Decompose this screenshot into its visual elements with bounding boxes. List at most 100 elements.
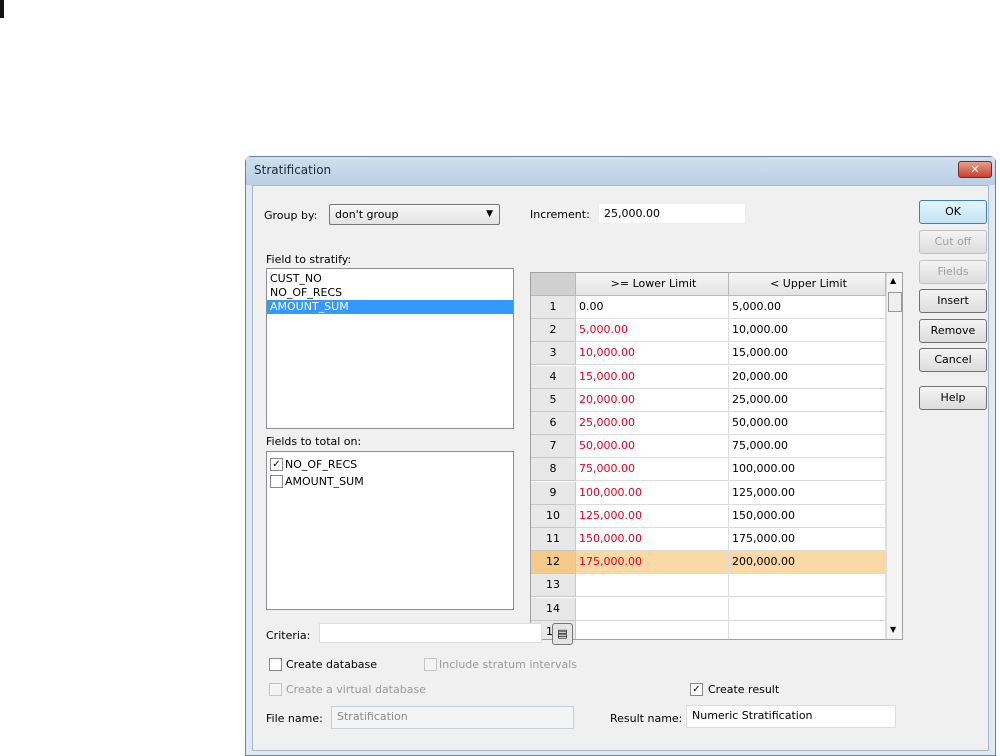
include-stratum-checkbox[interactable] — [424, 658, 437, 671]
file-name-input[interactable]: Stratification — [331, 706, 574, 729]
lower-limit-cell[interactable] — [576, 597, 729, 621]
cancel-button[interactable]: Cancel — [919, 348, 987, 372]
fields-to-total-list[interactable]: ✓ NO_OF_RECS AMOUNT_SUM — [266, 451, 514, 610]
lower-limit-cell[interactable] — [576, 620, 729, 639]
table-row[interactable]: 14 — [531, 597, 886, 621]
increment-input[interactable]: 25,000.00 — [598, 203, 746, 224]
lower-limit-cell[interactable]: 125,000.00 — [576, 504, 729, 528]
insert-button[interactable]: Insert — [919, 289, 987, 313]
list-item[interactable]: CUST_NO — [267, 272, 513, 286]
row-number[interactable]: 7 — [531, 435, 576, 459]
table-row[interactable]: 1 0.00 5,000.00 — [531, 296, 886, 319]
scroll-thumb[interactable] — [888, 292, 902, 312]
table-row[interactable]: 10 125,000.00 150,000.00 — [531, 504, 886, 528]
upper-limit-cell[interactable]: 75,000.00 — [729, 435, 886, 459]
table-row[interactable]: 15 — [531, 620, 886, 639]
row-number[interactable]: 5 — [531, 388, 576, 412]
fields-to-total-label: Fields to total on: — [266, 435, 362, 448]
ok-button[interactable]: OK — [919, 200, 987, 224]
upper-limit-cell[interactable] — [729, 574, 886, 598]
table-row[interactable]: 8 75,000.00 100,000.00 — [531, 458, 886, 482]
criteria-input[interactable] — [319, 623, 542, 643]
field-to-stratify-list[interactable]: CUST_NO NO_OF_RECS AMOUNT_SUM — [266, 268, 514, 429]
stratum-grid[interactable]: >= Lower Limit < Upper Limit 1 0.00 5,000.… — [530, 272, 903, 640]
lower-limit-cell[interactable]: 0.00 — [576, 296, 729, 319]
file-name-label: File name: — [266, 712, 323, 725]
help-button[interactable]: Help — [919, 386, 987, 410]
table-row[interactable]: 7 50,000.00 75,000.00 — [531, 435, 886, 459]
close-button[interactable]: ✕ — [958, 161, 992, 178]
upper-limit-cell[interactable]: 10,000.00 — [729, 319, 886, 343]
table-row[interactable]: 2 5,000.00 10,000.00 — [531, 319, 886, 343]
row-number[interactable]: 12 — [531, 551, 576, 575]
group-by-select[interactable]: don't group ▼ — [329, 204, 500, 225]
row-number[interactable]: 11 — [531, 528, 576, 551]
cut-off-button[interactable]: Cut off — [919, 230, 987, 254]
row-number[interactable]: 6 — [531, 412, 576, 435]
upper-limit-cell[interactable]: 125,000.00 — [729, 481, 886, 505]
lower-limit-cell[interactable]: 175,000.00 — [576, 551, 729, 575]
lower-limit-cell[interactable]: 75,000.00 — [576, 458, 729, 482]
checkbox-checked[interactable]: ✓ — [270, 458, 283, 471]
table-row[interactable]: 9 100,000.00 125,000.00 — [531, 481, 886, 505]
upper-limit-cell[interactable]: 20,000.00 — [729, 365, 886, 389]
create-database-checkbox[interactable] — [269, 658, 282, 671]
table-row[interactable]: 3 10,000.00 15,000.00 — [531, 342, 886, 366]
upper-limit-cell[interactable]: 15,000.00 — [729, 342, 886, 366]
row-number[interactable]: 2 — [531, 319, 576, 343]
lower-limit-cell[interactable]: 150,000.00 — [576, 528, 729, 551]
checkbox[interactable] — [270, 475, 283, 488]
upper-limit-cell[interactable]: 50,000.00 — [729, 412, 886, 435]
row-number[interactable]: 3 — [531, 342, 576, 366]
upper-limit-cell[interactable]: 175,000.00 — [729, 528, 886, 551]
lower-limit-cell[interactable]: 15,000.00 — [576, 365, 729, 389]
row-number[interactable]: 10 — [531, 504, 576, 528]
list-item[interactable]: AMOUNT_SUM — [267, 473, 513, 490]
table-row[interactable]: 13 — [531, 574, 886, 598]
list-item[interactable]: AMOUNT_SUM — [267, 300, 513, 314]
equation-editor-icon[interactable]: ▤ — [552, 623, 573, 645]
lower-limit-cell[interactable]: 25,000.00 — [576, 412, 729, 435]
field-to-stratify-label: Field to stratify: — [266, 253, 352, 266]
table-row[interactable]: 12 175,000.00 200,000.00 — [531, 551, 886, 575]
row-number[interactable]: 4 — [531, 365, 576, 389]
upper-limit-cell[interactable]: 5,000.00 — [729, 296, 886, 319]
row-number[interactable]: 8 — [531, 458, 576, 482]
create-database-label: Create database — [286, 658, 378, 671]
table-row[interactable]: 11 150,000.00 175,000.00 — [531, 528, 886, 551]
table-row[interactable]: 6 25,000.00 50,000.00 — [531, 412, 886, 435]
upper-limit-cell[interactable]: 100,000.00 — [729, 458, 886, 482]
column-header-upper[interactable]: < Upper Limit — [729, 273, 886, 296]
scroll-down-icon[interactable]: ▼ — [890, 625, 896, 634]
table-row[interactable]: 5 20,000.00 25,000.00 — [531, 388, 886, 412]
row-number[interactable]: 9 — [531, 481, 576, 505]
scroll-up-icon[interactable]: ▲ — [890, 276, 896, 285]
upper-limit-cell[interactable]: 150,000.00 — [729, 504, 886, 528]
list-item[interactable]: ✓ NO_OF_RECS — [267, 456, 513, 473]
lower-limit-cell[interactable]: 20,000.00 — [576, 388, 729, 412]
lower-limit-cell[interactable]: 50,000.00 — [576, 435, 729, 459]
remove-button[interactable]: Remove — [919, 319, 987, 343]
row-number[interactable]: 1 — [531, 296, 576, 319]
row-number[interactable]: 13 — [531, 574, 576, 598]
chevron-down-icon: ▼ — [486, 209, 493, 219]
grid-scrollbar[interactable]: ▲ ▼ — [886, 273, 902, 639]
lower-limit-cell[interactable]: 5,000.00 — [576, 319, 729, 343]
lower-limit-cell[interactable]: 10,000.00 — [576, 342, 729, 366]
column-header-lower[interactable]: >= Lower Limit — [576, 273, 729, 296]
upper-limit-cell[interactable]: 200,000.00 — [729, 551, 886, 575]
create-result-checkbox[interactable]: ✓ — [690, 683, 703, 696]
virtual-database-checkbox[interactable] — [269, 683, 282, 696]
lower-limit-cell[interactable] — [576, 574, 729, 598]
result-name-input[interactable]: Numeric Stratification — [686, 705, 896, 728]
upper-limit-cell[interactable]: 25,000.00 — [729, 388, 886, 412]
upper-limit-cell[interactable] — [729, 620, 886, 639]
upper-limit-cell[interactable] — [729, 597, 886, 621]
row-number[interactable]: 14 — [531, 597, 576, 621]
dialog-title: Stratification — [246, 157, 995, 185]
criteria-label: Criteria: — [266, 629, 311, 642]
table-row[interactable]: 4 15,000.00 20,000.00 — [531, 365, 886, 389]
lower-limit-cell[interactable]: 100,000.00 — [576, 481, 729, 505]
fields-button[interactable]: Fields — [919, 260, 987, 284]
list-item[interactable]: NO_OF_RECS — [267, 286, 513, 300]
